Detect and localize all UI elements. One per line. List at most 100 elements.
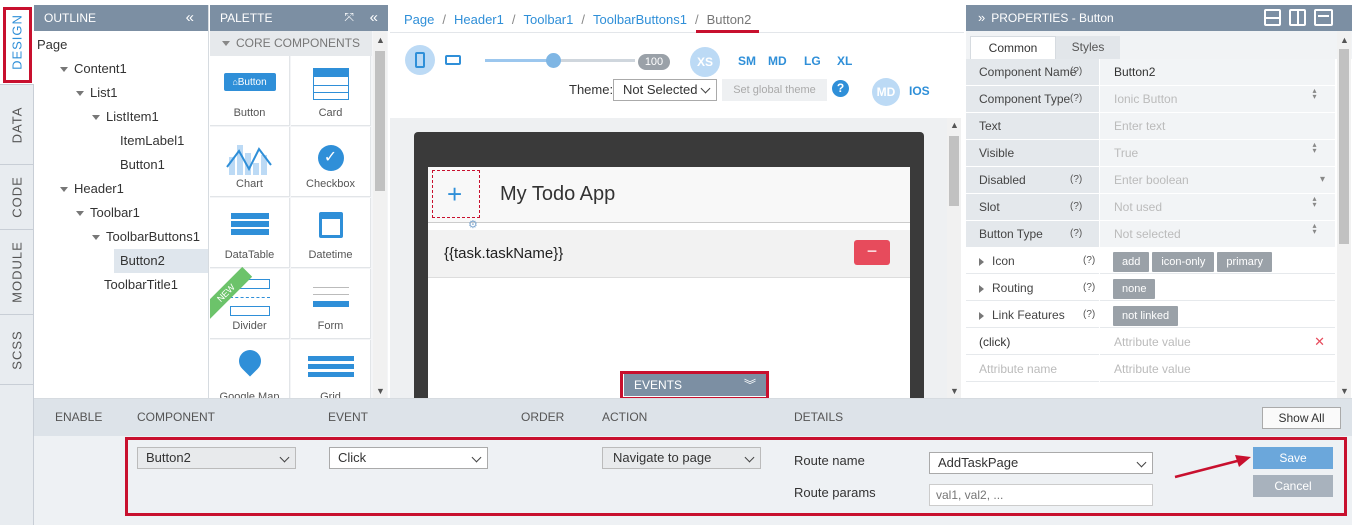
tab-data[interactable]: DATA [0, 85, 34, 165]
property-help-icon[interactable]: (?) [1083, 248, 1095, 274]
properties-scrollbar[interactable]: ▲ ▼ [1337, 31, 1351, 398]
expand-palette-icon[interactable]: ⤧ [344, 10, 354, 25]
expand-group-icon[interactable] [979, 311, 984, 320]
outline-item[interactable]: ToolbarTitle1 [34, 273, 208, 297]
theme-select[interactable]: Not Selected [613, 79, 717, 101]
palette-scrollbar[interactable]: ▲ ▼ [373, 31, 387, 398]
outline-item[interactable]: ToolbarButtons1 [34, 225, 208, 249]
size-lg-button[interactable]: LG [804, 54, 821, 68]
toolbar-add-button[interactable]: + [432, 170, 480, 218]
collapse-outline-icon[interactable]: « [186, 9, 194, 26]
expand-chevron-icon[interactable] [92, 235, 100, 241]
property-help-icon[interactable]: (?) [1083, 275, 1095, 301]
size-sm-button[interactable]: SM [738, 54, 756, 68]
breadcrumb-item[interactable]: Page [404, 12, 434, 27]
expand-chevron-icon[interactable] [76, 211, 84, 217]
platform-md-button[interactable]: MD [872, 78, 900, 106]
canvas-scrollbar[interactable]: ▲ ▼ [947, 118, 961, 398]
property-group-label[interactable]: Icon [966, 248, 1099, 274]
palette-item[interactable]: Card [291, 56, 371, 126]
attribute-value-input[interactable]: Attribute value [1100, 356, 1335, 382]
property-value[interactable]: Enter text [1100, 113, 1335, 139]
spinner-icon[interactable]: ▴▾ [1301, 140, 1327, 152]
property-group-row[interactable]: Link Features (?) not linked [966, 302, 1335, 329]
property-help-icon[interactable]: (?) [1070, 167, 1327, 193]
header-event: EVENT [328, 410, 369, 424]
palette-item[interactable]: Chart [210, 127, 290, 197]
palette-item[interactable]: Grid [291, 340, 371, 398]
zoom-slider-handle[interactable] [545, 53, 561, 68]
property-help-icon[interactable]: (?) [1070, 86, 1327, 112]
property-group-label[interactable]: Link Features [966, 302, 1099, 328]
zoom-slider[interactable] [485, 53, 635, 68]
palette-item-label: Card [318, 107, 343, 119]
tab-module[interactable]: MODULE [0, 230, 34, 315]
layout-rows-icon[interactable] [1264, 9, 1281, 26]
zoom-slider-fill [485, 59, 553, 62]
property-help-icon[interactable]: (?) [1070, 221, 1327, 247]
breadcrumb-item[interactable]: ToolbarButtons1 [593, 12, 687, 27]
property-help-icon[interactable]: (?) [1083, 302, 1095, 328]
breadcrumb-item[interactable]: Header1 [454, 12, 504, 27]
outline-item[interactable]: Content1 [34, 57, 208, 81]
property-chip[interactable]: not linked [1113, 306, 1179, 326]
core-components-section[interactable]: CORE COMPONENTS [210, 31, 372, 56]
palette-item[interactable]: ⌂Button Button [210, 56, 290, 126]
property-chip[interactable]: icon-only [1152, 252, 1215, 272]
attribute-name-input[interactable]: Attribute name [966, 356, 1099, 382]
tab-styles[interactable]: Styles [1056, 36, 1120, 59]
size-md-button[interactable]: MD [768, 54, 787, 68]
app-toolbar: + ⚙ My Todo App [428, 167, 910, 231]
outline-item[interactable]: Header1 [34, 177, 208, 201]
outline-item[interactable]: ItemLabel1 [34, 129, 208, 153]
property-chip[interactable]: add [1113, 252, 1150, 272]
breadcrumb-item[interactable]: Toolbar1 [524, 12, 574, 27]
set-global-theme-button[interactable]: Set global theme [722, 79, 827, 101]
outline-item[interactable]: Toolbar1 [34, 201, 208, 225]
expand-chevron-icon[interactable] [92, 115, 100, 121]
remove-item-button[interactable]: − [854, 240, 890, 265]
help-icon[interactable]: ? [832, 80, 849, 97]
layout-columns-icon[interactable] [1289, 9, 1306, 26]
header-order: ORDER [521, 410, 565, 424]
outline-item[interactable]: List1 [34, 81, 208, 105]
property-label: Text [966, 113, 1099, 139]
property-help-icon[interactable]: (?) [1070, 194, 1327, 220]
outline-item[interactable]: Button1 [34, 153, 208, 177]
remove-click-icon[interactable]: ✕ [1314, 329, 1325, 355]
outline-item[interactable]: ListItem1 [34, 105, 208, 129]
palette-item[interactable]: Datetime [291, 198, 371, 268]
expand-group-icon[interactable] [979, 257, 984, 266]
expand-chevron-icon[interactable] [60, 187, 68, 193]
palette-item[interactable]: DataTable [210, 198, 290, 268]
size-xl-button[interactable]: XL [837, 54, 852, 68]
show-all-button[interactable]: Show All [1262, 407, 1341, 429]
property-group-row[interactable]: Routing (?) none [966, 275, 1335, 302]
property-group-row[interactable]: Icon (?) add icon-only primary [966, 248, 1335, 275]
outline-item[interactable]: Page [34, 33, 208, 57]
tablet-landscape-icon[interactable] [445, 55, 461, 65]
property-chip[interactable]: none [1113, 279, 1156, 299]
property-help-icon[interactable]: (?) [1070, 59, 1327, 85]
property-value[interactable]: True ▴▾ [1100, 140, 1335, 166]
palette-item[interactable]: Form [291, 269, 371, 339]
collapse-palette-icon[interactable]: « [370, 9, 378, 26]
outline-item[interactable]: Button2 [114, 249, 208, 273]
tab-scss[interactable]: SCSS [0, 315, 34, 385]
tab-code[interactable]: CODE [0, 165, 34, 230]
expand-group-icon[interactable] [979, 284, 984, 293]
size-xs-button[interactable]: XS [690, 47, 720, 77]
device-phone-button[interactable] [405, 45, 435, 75]
platform-ios-button[interactable]: IOS [909, 84, 930, 98]
property-group-label[interactable]: Routing [966, 275, 1099, 301]
palette-item[interactable]: Google Map [210, 340, 290, 398]
list-item[interactable]: {{task.taskName}} − [428, 230, 910, 278]
expand-chevron-icon[interactable] [60, 67, 68, 73]
palette-item[interactable]: ✓ Checkbox [291, 127, 371, 197]
properties-collapse-icon[interactable]: » [978, 10, 985, 25]
property-chip[interactable]: primary [1217, 252, 1273, 272]
folder-icon[interactable] [1314, 9, 1333, 26]
click-event-value[interactable]: Attribute value ✕ [1100, 329, 1335, 355]
tab-common[interactable]: Common [970, 36, 1056, 59]
expand-chevron-icon[interactable] [76, 91, 84, 97]
